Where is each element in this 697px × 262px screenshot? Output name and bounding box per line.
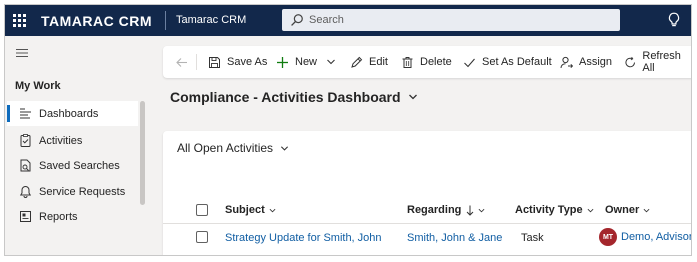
- owner-cell: MT Demo, Advisor: [599, 228, 691, 246]
- subject-link[interactable]: Strategy Update for Smith, John: [225, 232, 382, 244]
- back-button[interactable]: [175, 46, 194, 78]
- assign-user-icon: [560, 56, 573, 68]
- chevron-down-icon: [269, 208, 276, 212]
- sidebar-item-service-requests[interactable]: Service Requests: [7, 179, 138, 204]
- dashboard-selector[interactable]: Compliance - Activities Dashboard: [170, 89, 418, 105]
- sidebar-item-dashboards[interactable]: Dashboards: [7, 101, 138, 126]
- checkmark-icon: [464, 58, 475, 67]
- sort-descending-icon: [467, 205, 474, 216]
- command-separator: [196, 54, 197, 70]
- assign-label: Assign: [579, 56, 613, 68]
- grid-header: Subject Regarding Activity Type Owner: [163, 196, 691, 224]
- trash-icon: [402, 56, 413, 68]
- activity-type-value: Task: [521, 232, 544, 244]
- app-window: TAMARAC CRM Tamarac CRM Search My Work D…: [4, 4, 692, 256]
- edit-button[interactable]: Edit: [350, 46, 388, 78]
- column-header-subject[interactable]: Subject: [225, 204, 276, 216]
- brand-divider: [165, 11, 166, 30]
- command-bar: Save As New Edit Delete Set As Default A…: [163, 46, 691, 78]
- top-bar: TAMARAC CRM Tamarac CRM Search: [5, 5, 691, 36]
- chevron-down-icon: [478, 208, 485, 212]
- saved-search-icon: [20, 159, 31, 172]
- column-header-label: Activity Type: [515, 204, 583, 216]
- save-icon: [209, 56, 220, 68]
- chevron-down-icon[interactable]: [326, 57, 336, 67]
- main-content: Save As New Edit Delete Set As Default A…: [154, 36, 691, 255]
- new-label: New: [295, 56, 318, 68]
- chevron-down-icon: [643, 208, 650, 212]
- chevron-down-icon: [281, 145, 289, 151]
- save-as-label: Save As: [227, 56, 268, 68]
- lightbulb-icon[interactable]: [667, 12, 681, 28]
- column-header-label: Subject: [225, 204, 265, 216]
- owner-link[interactable]: Demo, Advisor: [621, 231, 691, 243]
- delete-button[interactable]: Delete: [401, 46, 452, 78]
- column-header-label: Regarding: [407, 204, 462, 216]
- report-icon: [20, 211, 31, 222]
- chevron-down-icon: [408, 94, 417, 100]
- back-arrow-icon: [176, 57, 187, 67]
- delete-label: Delete: [420, 56, 452, 68]
- refresh-all-label: Refresh All: [642, 50, 681, 74]
- sidebar-item-reports[interactable]: Reports: [7, 204, 138, 229]
- refresh-icon: [625, 56, 635, 67]
- regarding-link[interactable]: Smith, John & Jane: [407, 232, 502, 244]
- bell-icon: [19, 185, 32, 198]
- save-as-button[interactable]: Save As: [208, 46, 267, 78]
- column-header-activity-type[interactable]: Activity Type: [515, 204, 594, 216]
- sidebar-scrollbar[interactable]: [140, 101, 145, 205]
- sidebar-item-label: Reports: [39, 211, 78, 223]
- column-header-regarding[interactable]: Regarding: [407, 204, 485, 216]
- app-launcher-icon[interactable]: [13, 14, 26, 27]
- sidebar-item-label: Activities: [39, 135, 83, 147]
- edit-label: Edit: [369, 56, 388, 68]
- search-input[interactable]: Search: [282, 9, 620, 31]
- app-name[interactable]: Tamarac CRM: [176, 14, 246, 26]
- activities-grid-card: All Open Activities Subject Regarding Ac…: [163, 131, 691, 255]
- search-placeholder: Search: [309, 14, 344, 26]
- new-button[interactable]: New: [276, 46, 342, 78]
- sidebar-item-label: Service Requests: [39, 186, 126, 198]
- brand-logo: TAMARAC CRM: [41, 13, 152, 29]
- avatar: MT: [599, 228, 617, 246]
- select-all-checkbox[interactable]: [196, 204, 208, 216]
- pencil-icon: [351, 56, 363, 68]
- active-indicator: [7, 105, 10, 122]
- sidebar-item-saved-searches[interactable]: Saved Searches: [7, 153, 138, 178]
- clipboard-icon: [20, 134, 31, 147]
- column-header-label: Owner: [605, 204, 640, 216]
- sidebar-item-activities[interactable]: Activities: [7, 128, 138, 153]
- refresh-all-button[interactable]: Refresh All: [624, 46, 691, 78]
- row-checkbox[interactable]: [196, 231, 208, 243]
- sidebar-item-label: Saved Searches: [39, 160, 120, 172]
- set-as-default-label: Set As Default: [482, 56, 552, 68]
- sidebar: My Work Dashboards Activities Saved Sear…: [5, 36, 154, 255]
- view-name: All Open Activities: [177, 141, 274, 155]
- assign-button[interactable]: Assign: [560, 46, 612, 78]
- set-as-default-button[interactable]: Set As Default: [463, 46, 552, 78]
- search-icon: [291, 14, 303, 26]
- sidebar-item-label: Dashboards: [39, 108, 99, 120]
- dashboard-icon: [20, 108, 31, 119]
- chevron-down-icon: [587, 208, 594, 212]
- page-title: Compliance - Activities Dashboard: [170, 89, 401, 105]
- section-title-my-work: My Work: [15, 80, 61, 92]
- plus-icon: [277, 56, 288, 68]
- table-row[interactable]: Strategy Update for Smith, John Smith, J…: [163, 225, 691, 255]
- column-header-owner[interactable]: Owner: [605, 204, 650, 216]
- view-selector[interactable]: All Open Activities: [177, 141, 289, 155]
- hamburger-menu-icon[interactable]: [16, 49, 28, 57]
